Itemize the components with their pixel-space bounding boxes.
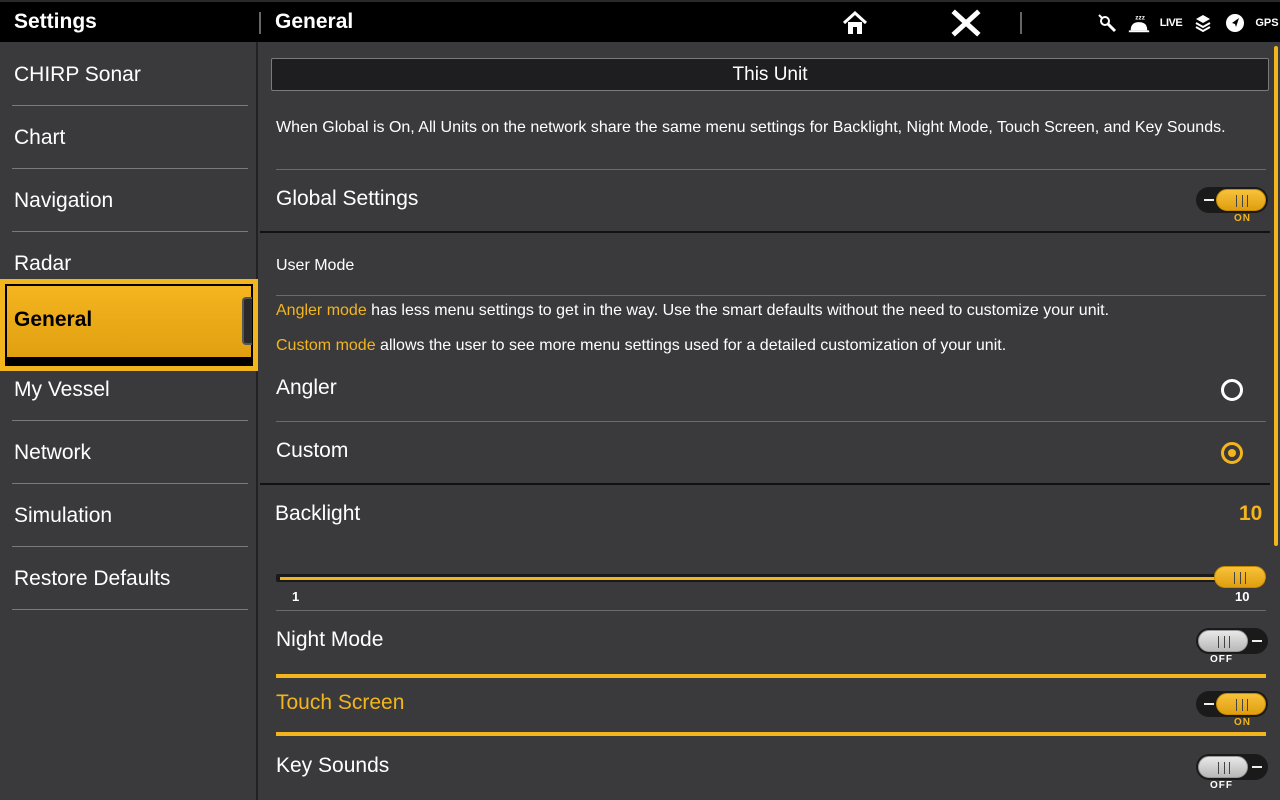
- sidebar-item-chirp-sonar[interactable]: CHIRP Sonar: [12, 43, 248, 106]
- custom-option-label: Custom: [276, 439, 349, 462]
- divider: [276, 610, 1266, 611]
- sidebar-item-navigation[interactable]: Navigation: [12, 169, 248, 232]
- section-divider: [260, 483, 1270, 485]
- toggle-dash: [1204, 199, 1214, 201]
- toggle-knob: [1198, 630, 1248, 652]
- backlight-slider[interactable]: [276, 574, 1266, 582]
- status-icons: zzz LIVE GPS: [1095, 10, 1279, 36]
- sidebar-item-label: Radar: [14, 252, 72, 275]
- title-divider: [259, 12, 261, 34]
- angler-radio[interactable]: [1221, 379, 1243, 401]
- section-title: Settings: [14, 10, 97, 33]
- sidebar-item-label: General: [14, 308, 93, 331]
- sidebar-item-label: CHIRP Sonar: [14, 63, 141, 86]
- sidebar-item-network[interactable]: Network: [12, 421, 248, 484]
- top-bar: Settings General zzz LIVE GPS: [0, 0, 1280, 42]
- grip-icon: [1236, 699, 1248, 711]
- angler-mode-description: Angler mode has less menu settings to ge…: [276, 299, 1266, 322]
- global-settings-label: Global Settings: [276, 187, 419, 210]
- section-divider: [260, 231, 1270, 233]
- focus-border-bottom: [276, 732, 1266, 736]
- sidebar-item-label: Network: [14, 441, 92, 464]
- touch-screen-label: Touch Screen: [276, 691, 405, 714]
- key-sounds-state: OFF: [1210, 780, 1233, 791]
- unit-selector[interactable]: This Unit: [271, 58, 1269, 91]
- touch-screen-state: ON: [1234, 717, 1251, 728]
- backlight-label: Backlight: [275, 502, 361, 525]
- night-mode-label: Night Mode: [276, 628, 384, 651]
- slider-min-label: 1: [292, 589, 300, 604]
- sidebar-item-simulation[interactable]: Simulation: [12, 484, 248, 547]
- divider: [276, 169, 1266, 170]
- sidebar-item-label: Navigation: [14, 189, 114, 212]
- layers-icon: [1191, 11, 1215, 35]
- scrollbar[interactable]: [1274, 46, 1278, 546]
- focus-border-top: [276, 674, 1266, 678]
- sidebar-item-my-vessel[interactable]: My Vessel: [12, 358, 248, 421]
- global-settings-toggle[interactable]: [1196, 187, 1268, 213]
- home-icon: [842, 10, 868, 34]
- backlight-slider-knob[interactable]: [1214, 566, 1266, 588]
- sidebar-item-chart[interactable]: Chart: [12, 106, 248, 169]
- divider: [276, 295, 1266, 296]
- user-mode-heading: User Mode: [276, 257, 355, 274]
- gps-label: GPS: [1255, 17, 1279, 29]
- toggle-knob: [1198, 756, 1248, 778]
- angler-mode-text: has less menu settings to get in the way…: [366, 302, 1110, 319]
- toggle-knob: [1216, 189, 1266, 211]
- toggle-dash: [1252, 766, 1262, 768]
- key-sounds-label: Key Sounds: [276, 754, 390, 777]
- toggle-dash: [1252, 640, 1262, 642]
- navigation-arrow-icon: [1223, 11, 1247, 35]
- night-mode-toggle[interactable]: [1196, 628, 1268, 654]
- custom-mode-text: allows the user to see more menu setting…: [375, 337, 1007, 354]
- global-settings-state: ON: [1234, 213, 1251, 224]
- selection-tab: [242, 297, 252, 345]
- sonar-transducer-icon: [1095, 11, 1119, 35]
- grip-icon: [1218, 762, 1230, 774]
- sidebar-item-label: My Vessel: [14, 378, 110, 401]
- sidebar-item-label: Chart: [14, 126, 66, 149]
- key-sounds-toggle[interactable]: [1196, 754, 1268, 780]
- night-mode-state: OFF: [1210, 654, 1233, 665]
- angler-option-label: Angler: [276, 376, 337, 399]
- backlight-value: 10: [1239, 502, 1263, 525]
- svg-text:zzz: zzz: [1135, 14, 1145, 21]
- live-label: LIVE: [1159, 17, 1183, 29]
- sidebar-item-label: Simulation: [14, 504, 113, 527]
- touch-screen-toggle[interactable]: [1196, 691, 1268, 717]
- custom-mode-description: Custom mode allows the user to see more …: [276, 334, 1266, 357]
- sidebar-item-restore-defaults[interactable]: Restore Defaults: [12, 547, 248, 610]
- page-title: General: [275, 10, 354, 33]
- home-button[interactable]: [840, 8, 870, 38]
- live-icon: LIVE: [1159, 11, 1183, 35]
- grip-icon: [1234, 572, 1246, 584]
- slider-max-label: 10: [1235, 589, 1250, 604]
- angler-mode-highlight: Angler mode: [276, 302, 367, 319]
- close-icon: [951, 9, 981, 37]
- global-description: When Global is On, All Units on the netw…: [276, 119, 1226, 136]
- grip-icon: [1218, 636, 1230, 648]
- grip-icon: [1236, 195, 1248, 207]
- sleep-mode-icon: zzz: [1127, 11, 1151, 35]
- close-button[interactable]: [950, 8, 982, 38]
- sidebar-item-label: Restore Defaults: [14, 567, 171, 590]
- toolbar-divider: [1020, 12, 1022, 34]
- gps-icon: GPS: [1255, 11, 1279, 35]
- slider-fill: [280, 577, 1240, 580]
- custom-mode-highlight: Custom mode: [276, 337, 376, 354]
- divider: [276, 421, 1266, 422]
- custom-radio[interactable]: [1221, 442, 1243, 464]
- toggle-dash: [1204, 703, 1214, 705]
- toggle-knob: [1216, 693, 1266, 715]
